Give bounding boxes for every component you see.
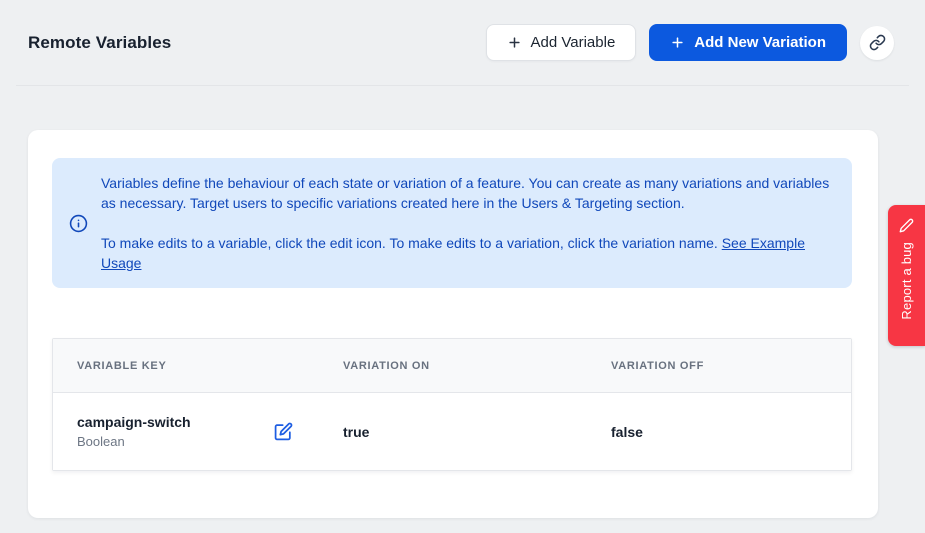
variable-key-block: campaign-switch Boolean [77, 414, 191, 449]
variable-key: campaign-switch [77, 414, 191, 430]
table-header-row: VARIABLE KEY VARIATION ON VARIATION OFF [53, 339, 851, 393]
info-text: Variables define the behaviour of each s… [101, 173, 834, 273]
add-variable-label: Add Variable [531, 34, 616, 51]
info-paragraph-1: Variables define the behaviour of each s… [101, 173, 834, 213]
plus-icon [507, 35, 522, 50]
add-new-variation-button[interactable]: Add New Variation [649, 24, 847, 61]
table-row: campaign-switch Boolean true false [53, 393, 851, 470]
variable-type: Boolean [77, 434, 191, 449]
header-actions: Add Variable Add New Variation [486, 24, 894, 61]
column-header-variable-key: VARIABLE KEY [53, 360, 319, 372]
copy-link-button[interactable] [860, 26, 894, 60]
variation-on-value: true [319, 424, 587, 440]
report-a-bug-button[interactable]: Report a bug [888, 205, 925, 346]
pencil-icon [899, 218, 914, 233]
variables-table: VARIABLE KEY VARIATION ON VARIATION OFF … [52, 338, 852, 471]
add-variable-button[interactable]: Add Variable [486, 24, 637, 61]
page-header: Remote Variables Add Variable Add New Va… [16, 0, 909, 86]
variables-card: Variables define the behaviour of each s… [28, 130, 878, 518]
variable-key-cell: campaign-switch Boolean [53, 414, 319, 449]
variation-off-value: false [587, 424, 851, 440]
plus-icon [670, 35, 685, 50]
edit-variable-button[interactable] [274, 422, 293, 441]
edit-icon [274, 422, 293, 441]
info-paragraph-2: To make edits to a variable, click the e… [101, 233, 834, 273]
add-new-variation-label: Add New Variation [694, 34, 826, 51]
chain-link-icon [869, 34, 886, 51]
column-header-variation-on: VARIATION ON [319, 360, 587, 372]
info-icon [69, 214, 88, 233]
page-title: Remote Variables [28, 33, 171, 53]
report-a-bug-label: Report a bug [899, 242, 914, 320]
column-header-variation-off: VARIATION OFF [587, 360, 851, 372]
info-callout: Variables define the behaviour of each s… [52, 158, 852, 288]
info-paragraph-2-text: To make edits to a variable, click the e… [101, 235, 718, 251]
